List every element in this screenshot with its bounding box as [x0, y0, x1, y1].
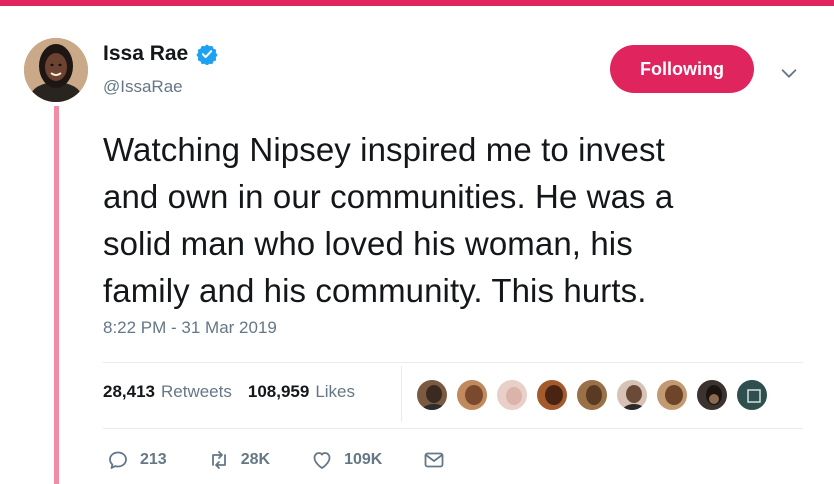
author-handle[interactable]: @IssaRae [103, 77, 183, 97]
like-label[interactable]: Likes [315, 382, 355, 402]
likers-avatars [415, 378, 769, 412]
heart-icon [313, 452, 331, 469]
like-action-count: 109K [344, 451, 383, 468]
liker-avatar[interactable] [615, 378, 649, 412]
author-name[interactable]: Issa Rae [103, 42, 188, 66]
reply-icon [109, 451, 127, 469]
liker-avatar[interactable] [655, 378, 689, 412]
following-button[interactable]: Following [610, 45, 754, 93]
thread-line [54, 106, 59, 484]
tweet-actions: 213 28K 109K [106, 448, 486, 472]
reply-button[interactable]: 213 [106, 448, 167, 472]
reply-count: 213 [140, 451, 167, 468]
stats-divider [401, 366, 402, 422]
liker-avatar[interactable] [695, 378, 729, 412]
divider [103, 428, 803, 429]
retweet-label[interactable]: Retweets [161, 382, 232, 402]
tweet-timestamp[interactable]: 8:22 PM - 31 Mar 2019 [103, 318, 277, 338]
retweet-count[interactable]: 28,413 [103, 382, 155, 402]
tweet-text-line: family and his community. This hurts. [103, 272, 647, 309]
avatar-image [24, 38, 88, 102]
liker-avatar[interactable] [735, 378, 769, 412]
liker-avatar[interactable] [455, 378, 489, 412]
retweet-icon [211, 451, 226, 469]
author-name-row: Issa Rae [103, 42, 218, 66]
liker-avatar[interactable] [535, 378, 569, 412]
liker-avatar[interactable] [415, 378, 449, 412]
avatar[interactable] [24, 38, 88, 102]
direct-message-button[interactable] [422, 448, 446, 472]
tweet-text-line: and own in our communities. He was a [103, 178, 674, 215]
like-count[interactable]: 108,959 [248, 382, 309, 402]
tweet-text-line: solid man who loved his woman, his [103, 225, 633, 262]
verified-badge-icon [196, 44, 218, 65]
like-button[interactable]: 109K [310, 448, 382, 472]
envelope-icon [424, 452, 444, 468]
liker-avatar[interactable] [575, 378, 609, 412]
engagement-stats: 28,413 Retweets 108,959 Likes [103, 382, 365, 402]
tweet-text-line: Watching Nipsey inspired me to invest [103, 131, 665, 168]
top-accent-bar [0, 0, 834, 6]
liker-avatar[interactable] [495, 378, 529, 412]
retweet-button[interactable]: 28K [207, 448, 270, 472]
divider [103, 362, 803, 363]
chevron-down-icon[interactable] [778, 62, 800, 84]
retweet-action-count: 28K [240, 451, 271, 468]
tweet-text: Watching Nipsey inspired me to invest an… [103, 126, 803, 314]
